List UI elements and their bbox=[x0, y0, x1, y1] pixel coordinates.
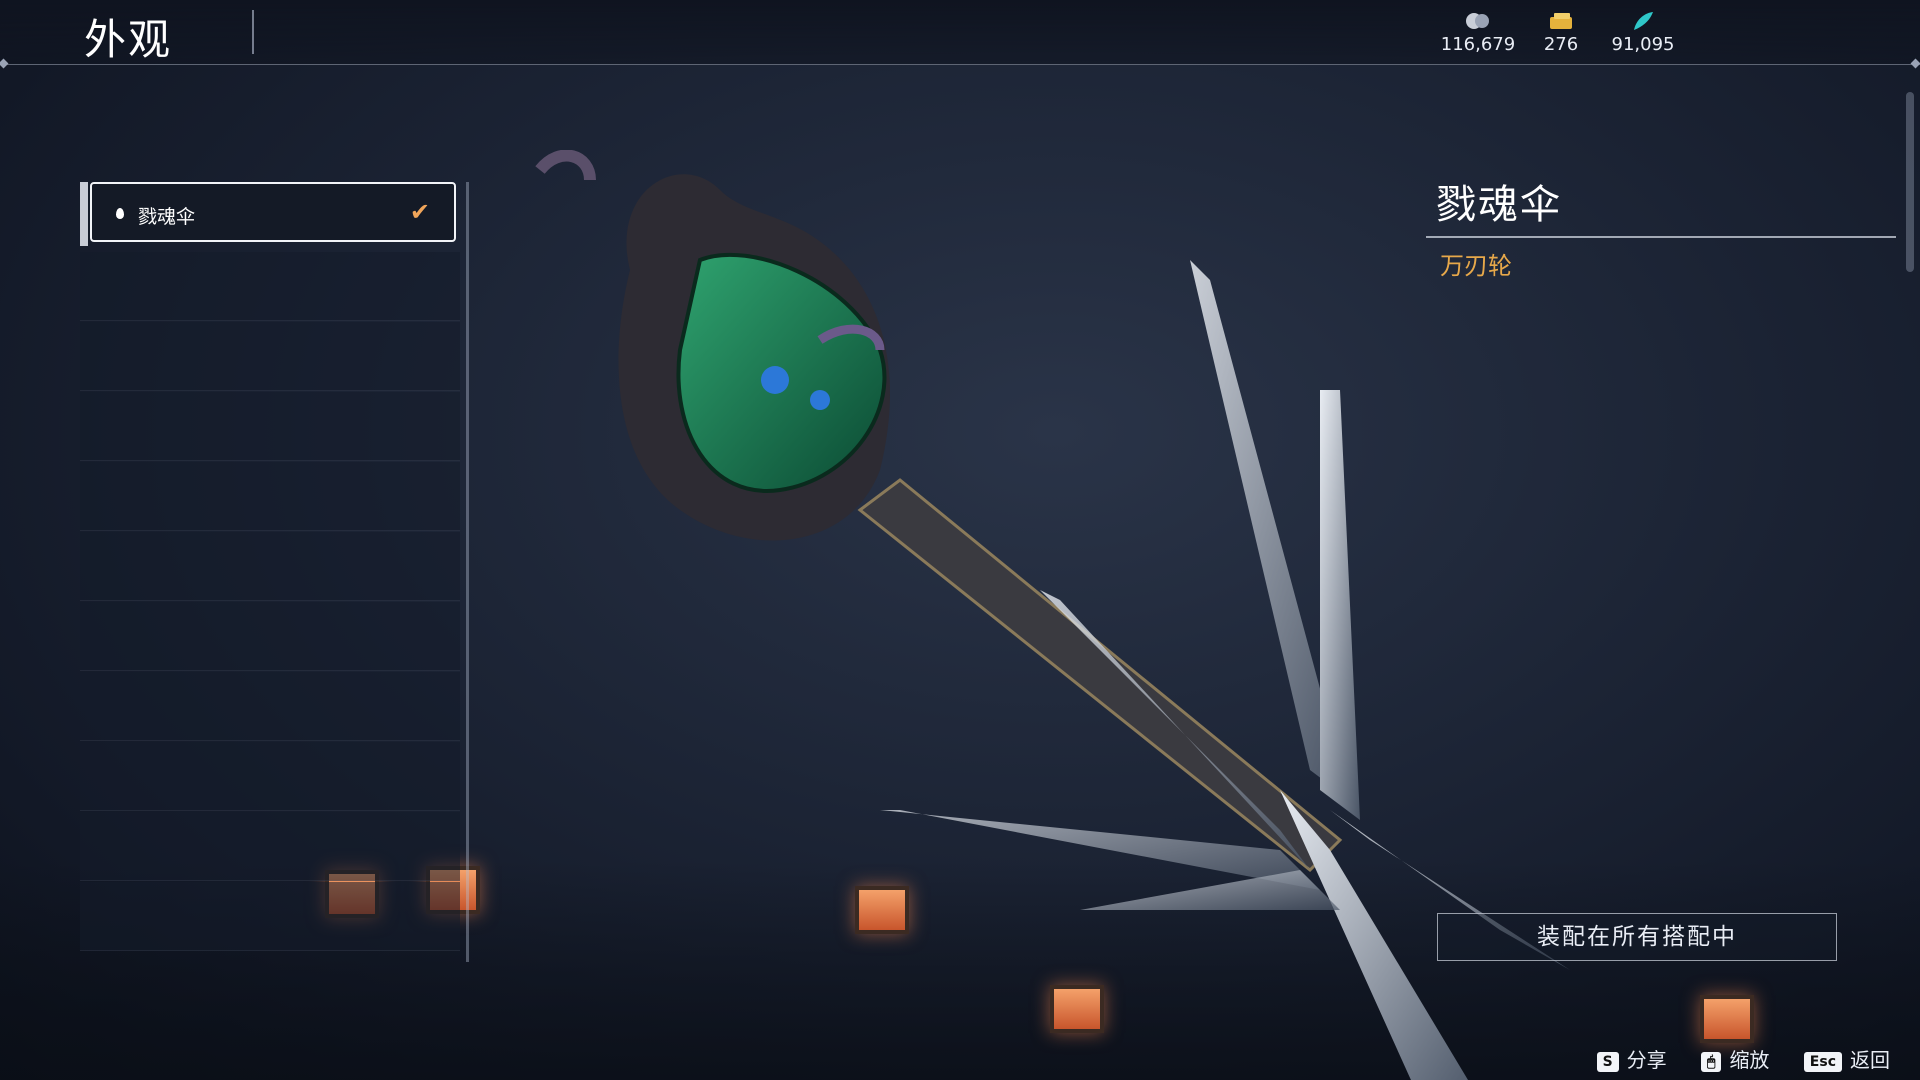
currency-feather: 91,095 bbox=[1598, 10, 1688, 55]
rarity-drop-icon bbox=[116, 208, 124, 219]
key-hints: S 分享 🖱 缩放 Esc 返回 bbox=[1569, 1044, 1890, 1073]
coin-icon bbox=[1466, 13, 1489, 29]
key-esc-icon: Esc bbox=[1803, 1051, 1842, 1072]
hint-zoom[interactable]: 🖱 缩放 bbox=[1701, 1044, 1769, 1073]
hint-back[interactable]: Esc 返回 bbox=[1803, 1044, 1890, 1073]
title-divider bbox=[252, 10, 254, 54]
currency-gold-ticket-value: 276 bbox=[1543, 34, 1579, 55]
item-type: 万刃轮 bbox=[1440, 252, 1512, 280]
currency-gold-ticket: 276 bbox=[1516, 10, 1606, 55]
page-title: 外观 bbox=[84, 15, 173, 64]
list-slot-empty[interactable] bbox=[80, 812, 460, 881]
right-scrollbar[interactable] bbox=[1906, 92, 1914, 272]
mouse-icon: 🖱 bbox=[1701, 1051, 1722, 1072]
currency-coin: 116,679 bbox=[1433, 10, 1523, 55]
selection-indicator bbox=[80, 182, 88, 246]
currency-coin-value: 116,679 bbox=[1440, 34, 1516, 55]
item-detail: 戮魂伞 万刃轮 bbox=[1426, 172, 1896, 281]
detail-divider bbox=[1426, 236, 1896, 238]
list-item-selected[interactable]: 戮魂伞 ✔ bbox=[90, 182, 456, 242]
cyan-feather-icon bbox=[1634, 12, 1653, 30]
hint-zoom-label: 缩放 bbox=[1729, 1048, 1770, 1072]
item-name: 戮魂伞 bbox=[1436, 182, 1562, 228]
list-slot-empty[interactable] bbox=[80, 532, 460, 601]
divider-ornament bbox=[1910, 58, 1920, 69]
list-slot-empty[interactable] bbox=[80, 392, 460, 461]
top-bar: 外观 116,679 276 91,095 bbox=[0, 0, 1920, 69]
divider-ornament bbox=[0, 58, 9, 69]
list-slot-empty[interactable] bbox=[80, 462, 460, 531]
list-slot-empty[interactable] bbox=[80, 672, 460, 741]
equip-all-button[interactable]: 装配在所有搭配中 bbox=[1437, 913, 1837, 961]
hint-back-label: 返回 bbox=[1850, 1048, 1890, 1072]
list-slot-empty[interactable] bbox=[80, 602, 460, 671]
list-slot-empty[interactable] bbox=[80, 882, 460, 951]
list-slot-empty[interactable] bbox=[80, 322, 460, 391]
hint-share-label: 分享 bbox=[1626, 1048, 1667, 1072]
list-slot-empty[interactable] bbox=[80, 742, 460, 811]
gold-ticket-icon bbox=[1550, 13, 1572, 29]
list-item-label: 戮魂伞 bbox=[138, 206, 196, 228]
key-s-icon: S bbox=[1596, 1051, 1619, 1072]
hint-share[interactable]: S 分享 bbox=[1596, 1044, 1667, 1073]
check-icon: ✔ bbox=[409, 198, 430, 226]
currency-feather-value: 91,095 bbox=[1611, 34, 1675, 55]
list-scroll-rail[interactable] bbox=[466, 182, 469, 962]
appearance-list: 戮魂伞 ✔ bbox=[80, 182, 470, 962]
list-slot-empty[interactable] bbox=[80, 252, 460, 321]
